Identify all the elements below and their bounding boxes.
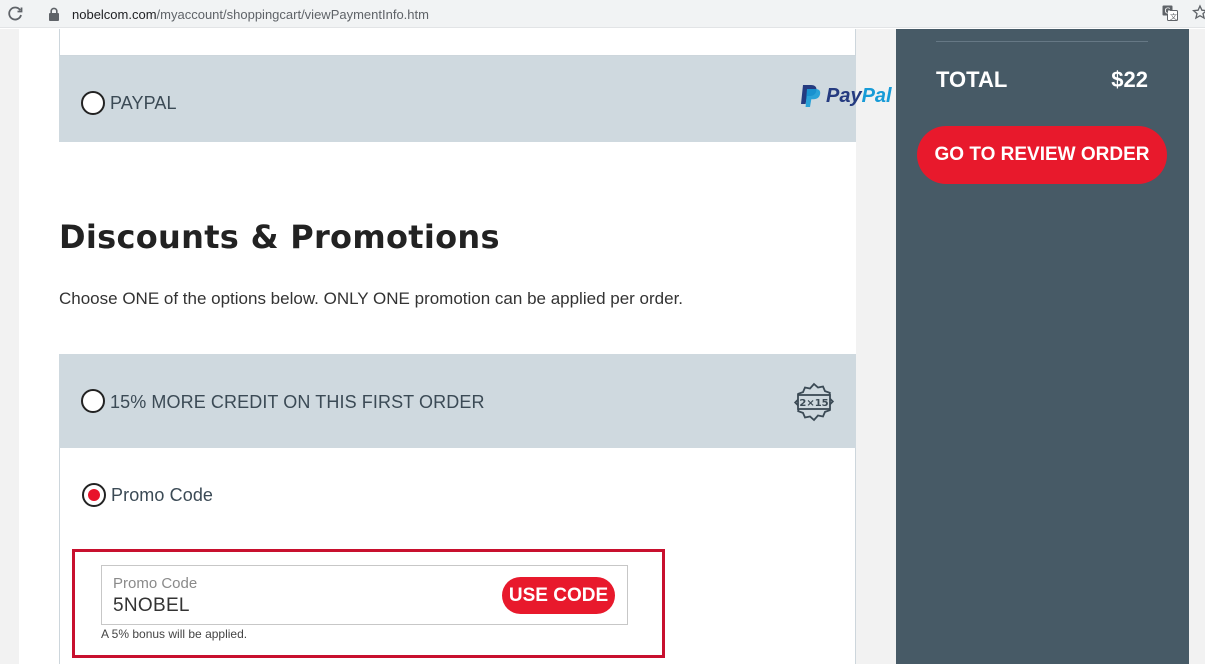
promo-code-value[interactable]: 5NOBEL — [113, 595, 190, 617]
url-path: /myaccount/shoppingcart/viewPaymentInfo.… — [156, 7, 429, 22]
payment-option-paypal[interactable]: PAYPAL PayPal — [59, 56, 892, 142]
url-text[interactable]: nobelcom.com/myaccount/shoppingcart/view… — [72, 7, 429, 22]
url-host: nobelcom.com — [72, 7, 157, 22]
browser-toolbar: nobelcom.com/myaccount/shoppingcart/view… — [0, 0, 1205, 28]
go-to-review-order-button[interactable]: GO TO REVIEW ORDER — [917, 126, 1167, 184]
first-order-credit-label: 15% MORE CREDIT ON THIS FIRST ORDER — [110, 392, 485, 412]
page-gutter-middle — [856, 29, 896, 664]
first-order-credit-radio[interactable] — [81, 389, 105, 413]
order-summary-sidebar: TOTAL $22 GO TO REVIEW ORDER — [896, 29, 1189, 664]
page-gutter-left — [0, 29, 19, 664]
payment-card-edge — [59, 29, 856, 56]
total-value: $22 — [1111, 67, 1148, 92]
bonus-badge-icon: 2×15 — [793, 382, 835, 422]
paypal-logo: PayPal — [799, 84, 895, 110]
promo-code-option-label: Promo Code — [111, 485, 214, 505]
total-label: TOTAL — [936, 67, 1008, 92]
use-code-button[interactable]: USE CODE — [502, 577, 615, 614]
paypal-wordmark: PayPal — [826, 85, 892, 108]
promo-code-input[interactable]: Promo Code 5NOBEL USE CODE — [101, 565, 628, 625]
promo-option-first-order-credit[interactable]: 15% MORE CREDIT ON THIS FIRST ORDER 2×15 — [59, 354, 856, 448]
summary-divider — [936, 41, 1148, 42]
discounts-title: Discounts & Promotions — [59, 218, 500, 256]
paypal-wordmark-pay: Pay — [826, 85, 862, 107]
promo-code-hint: A 5% bonus will be applied. — [101, 627, 248, 641]
promo-code-field-label: Promo Code — [113, 575, 198, 592]
paypal-label: PAYPAL — [110, 93, 177, 113]
promo-code-radio[interactable] — [82, 483, 106, 507]
address-bar[interactable]: nobelcom.com/myaccount/shoppingcart/view… — [38, 2, 1188, 26]
paypal-p-icon — [801, 85, 821, 107]
lock-icon[interactable] — [48, 7, 60, 21]
page-gutter-right — [1189, 29, 1205, 664]
discounts-description: Choose ONE of the options below. ONLY ON… — [59, 289, 684, 308]
paypal-wordmark-pal: Pal — [861, 85, 892, 107]
svg-text:文: 文 — [1170, 12, 1177, 21]
paypal-radio[interactable] — [81, 91, 105, 115]
star-icon[interactable] — [1192, 4, 1205, 22]
bonus-badge-text: 2×15 — [799, 398, 828, 409]
reload-icon[interactable] — [6, 5, 24, 23]
translate-icon[interactable]: G 文 — [1162, 5, 1178, 21]
